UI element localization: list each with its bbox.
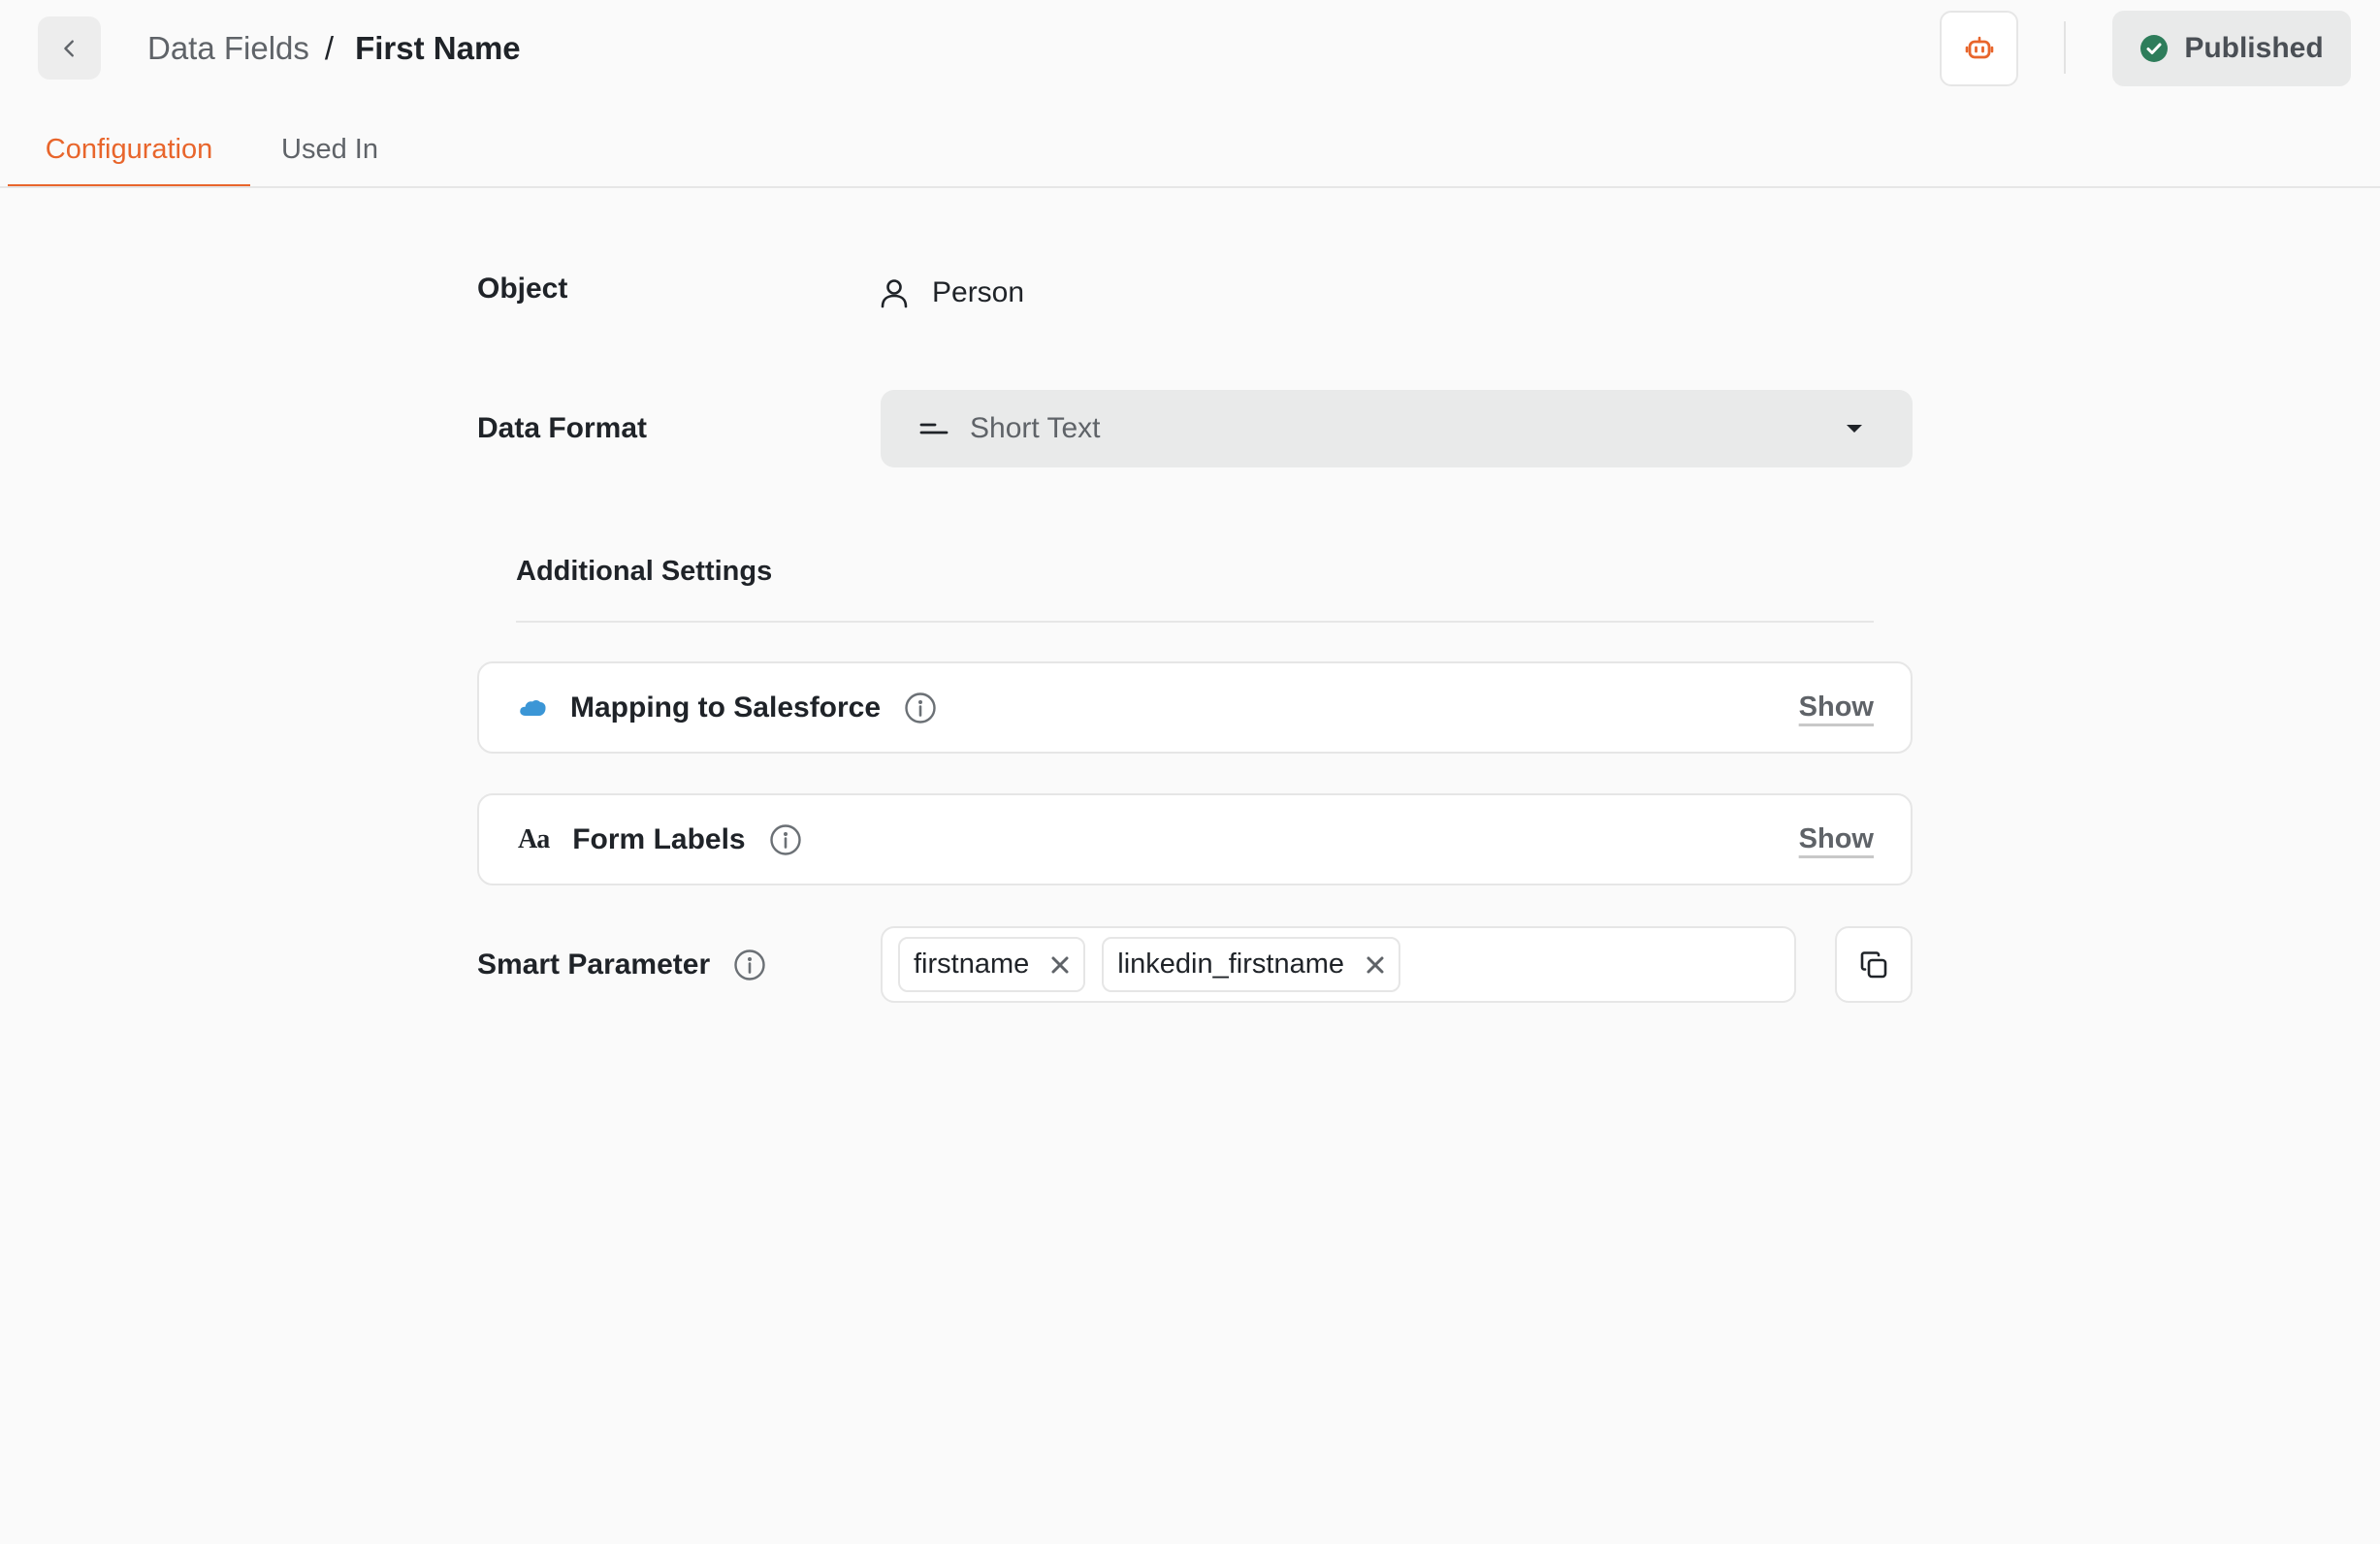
- header-divider: [2064, 21, 2066, 74]
- salesforce-mapping-show-link[interactable]: Show: [1799, 692, 1874, 724]
- breadcrumb-parent-link[interactable]: Data Fields: [147, 30, 309, 67]
- chevron-left-icon: [59, 38, 80, 59]
- breadcrumb: Data Fields / First Name: [147, 25, 521, 72]
- form-labels-card: Aa Form Labels Show: [477, 793, 1913, 885]
- parameter-tag-label: linkedin_firstname: [1117, 949, 1344, 980]
- breadcrumb-separator: /: [324, 30, 335, 66]
- salesforce-cloud-icon: [518, 697, 547, 719]
- parameter-tag: linkedin_firstname: [1102, 937, 1400, 992]
- object-value-text: Person: [932, 276, 1025, 308]
- status-label: Published: [2184, 32, 2324, 64]
- remove-tag-icon[interactable]: [1366, 955, 1385, 975]
- short-text-icon: [919, 419, 949, 438]
- check-circle-icon: [2139, 34, 2169, 63]
- robot-icon: [1964, 33, 1995, 64]
- data-format-select[interactable]: Short Text: [881, 390, 1913, 467]
- copy-button[interactable]: [1835, 926, 1913, 1003]
- ai-assistant-button[interactable]: [1940, 11, 2018, 86]
- tabs-divider: [0, 186, 2380, 188]
- salesforce-mapping-title: Mapping to Salesforce: [570, 691, 882, 724]
- data-format-value: Short Text: [970, 412, 1101, 444]
- parameter-tag-label: firstname: [914, 949, 1030, 980]
- object-value: Person: [878, 269, 1024, 317]
- copy-icon: [1857, 949, 1890, 981]
- text-format-icon: Aa: [518, 823, 550, 854]
- caret-down-icon: [1845, 423, 1864, 434]
- status-published-button[interactable]: Published: [2112, 11, 2351, 86]
- person-icon: [878, 276, 911, 309]
- remove-tag-icon[interactable]: [1050, 955, 1070, 975]
- additional-settings-title: Additional Settings: [516, 556, 773, 587]
- object-label: Object: [477, 273, 568, 305]
- form-labels-title: Form Labels: [572, 822, 746, 855]
- tab-configuration[interactable]: Configuration: [8, 134, 250, 188]
- salesforce-mapping-card: Mapping to Salesforce Show: [477, 661, 1913, 754]
- parameter-tag: firstname: [898, 937, 1086, 992]
- form-labels-show-link[interactable]: Show: [1799, 823, 1874, 855]
- section-divider: [516, 621, 1874, 623]
- page-title: First Name: [355, 30, 521, 66]
- info-icon[interactable]: [904, 692, 937, 724]
- info-icon[interactable]: [733, 949, 766, 981]
- data-format-label: Data Format: [477, 412, 648, 444]
- tab-used-in[interactable]: Used In: [281, 134, 378, 188]
- back-button[interactable]: [38, 16, 101, 80]
- smart-parameter-input[interactable]: firstname linkedin_firstname: [881, 926, 1796, 1003]
- smart-parameter-label-group: Smart Parameter: [477, 941, 766, 989]
- smart-parameter-label: Smart Parameter: [477, 949, 711, 981]
- info-icon[interactable]: [769, 823, 802, 856]
